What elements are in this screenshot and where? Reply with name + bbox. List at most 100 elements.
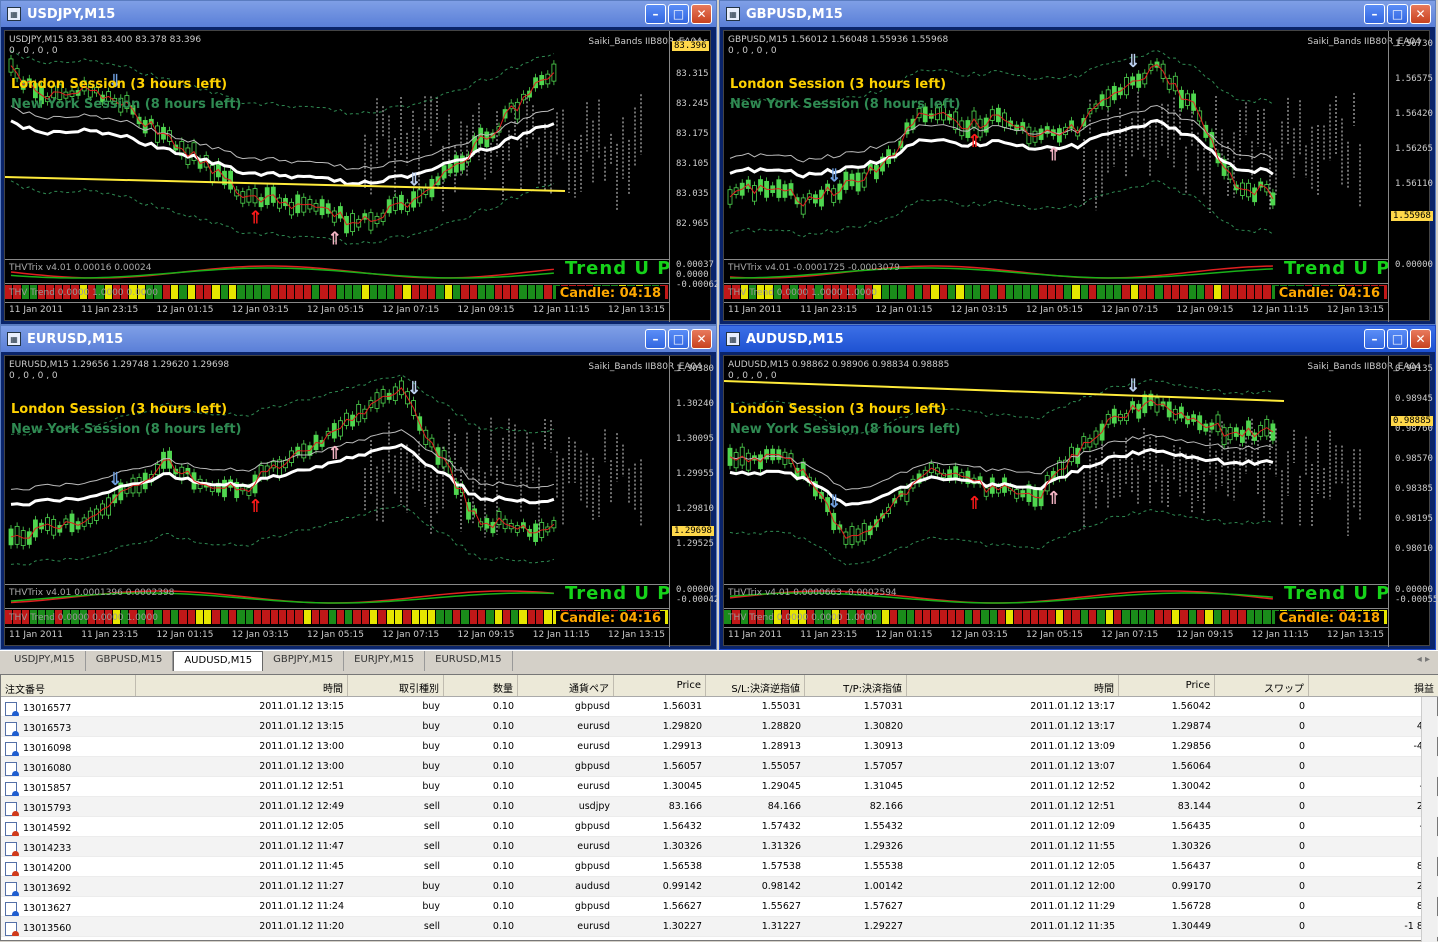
minimize-button[interactable]: – <box>645 4 666 24</box>
table-row[interactable]: 13016573 2011.01.12 13:15 buy 0.10 eurusd 1.2… <box>1 717 1438 737</box>
candlestick-plot[interactable]: ⇓⇑⇓⇑ <box>724 31 1388 259</box>
table-row[interactable]: 13013627 2011.01.12 11:24 buy 0.10 gbpusd 1.5… <box>1 897 1438 917</box>
cell-trade-type: buy <box>422 721 440 732</box>
minimize-button[interactable]: – <box>645 329 666 349</box>
tab-eurusd[interactable]: EURUSD,M15 <box>425 651 513 671</box>
close-button[interactable]: ✕ <box>691 4 712 24</box>
table-row[interactable]: 13013560 2011.01.12 11:20 sell 0.10 eurusd 1.… <box>1 917 1438 937</box>
price-chart[interactable]: ⇓ ⇑ ⇓ ⇑ AUDUSD,M15 0.98862 0.98906 0.98834 0… <box>723 355 1438 647</box>
cell-profit: 233 <box>1309 877 1438 896</box>
close-button[interactable]: ✕ <box>691 329 712 349</box>
chart-window-eurusd[interactable]: ▦ EURUSD,M15 – □ ✕ ⇓ ⇑ ⇓ ⇑ EURUSD,M15 1.29656 1… <box>0 325 719 650</box>
maximize-button[interactable]: □ <box>668 329 689 349</box>
col-close-price[interactable]: Price <box>1119 675 1215 696</box>
time-axis[interactable]: 11 Jan 2011 11 Jan 23:15 12 Jan 01:15 12 Ja… <box>724 627 1388 645</box>
cell-swap: 0 <box>1298 921 1305 932</box>
price-axis[interactable]: 0.99135 0.98945 0.98760 0.98570 0.98385 0.981… <box>1388 356 1438 647</box>
close-button[interactable]: ✕ <box>1410 329 1431 349</box>
col-open-time[interactable]: 時間 <box>136 675 348 696</box>
col-swap[interactable]: スワップ <box>1215 675 1309 696</box>
col-type[interactable]: 取引種別 <box>348 675 444 696</box>
col-profit[interactable]: 損益 <box>1309 675 1438 696</box>
close-button[interactable]: ✕ <box>1410 4 1431 24</box>
time-axis[interactable]: 11 Jan 2011 11 Jan 23:15 12 Jan 01:15 12 Ja… <box>5 302 669 320</box>
order-number-text: 13013692 <box>23 883 72 894</box>
subwindow-divider[interactable] <box>724 608 1388 609</box>
table-row[interactable]: 13013692 2011.01.12 11:27 buy 0.10 audusd 0.9… <box>1 877 1438 897</box>
col-stop-loss[interactable]: S/L:決済逆指値 <box>706 675 805 696</box>
trend-line[interactable] <box>5 176 566 192</box>
tab-scroll-arrows-icon[interactable]: ◂ ▸ <box>1417 654 1430 665</box>
minimize-button[interactable]: – <box>1364 329 1385 349</box>
subwindow-divider[interactable] <box>5 608 669 609</box>
moving-average-mid <box>10 429 555 491</box>
tab-eurjpy[interactable]: EURJPY,M15 <box>344 651 426 671</box>
time-tick-label: 12 Jan 11:15 <box>532 305 590 315</box>
sell-order-icon <box>5 921 19 936</box>
table-row[interactable]: 13014200 2011.01.12 11:45 sell 0.10 gbpusd 1.… <box>1 857 1438 877</box>
indicator-zeros: 0 , 0 , 0 , 0 <box>9 371 58 381</box>
price-chart[interactable]: ⇓ ⇑ ⇓ ⇑ USDJPY,M15 83.381 83.400 83.378 83.3… <box>4 30 719 322</box>
candlestick-plot[interactable]: ⇓⇑⇓⇑ <box>5 31 669 259</box>
table-row[interactable]: 13016080 2011.01.12 13:00 buy 0.10 gbpusd 1.5… <box>1 757 1438 777</box>
chart-window-usdjpy[interactable]: ▦ USDJPY,M15 – □ ✕ ⇓ ⇑ ⇓ ⇑ USDJPY,M15 83.381 83… <box>0 0 719 325</box>
maximize-button[interactable]: □ <box>1387 329 1408 349</box>
table-row[interactable]: 13015793 2011.01.12 12:49 sell 0.10 usdjpy 83… <box>1 797 1438 817</box>
maximize-button[interactable]: □ <box>1387 4 1408 24</box>
tab-gbpusd[interactable]: GBPUSD,M15 <box>86 651 174 671</box>
time-axis[interactable]: 11 Jan 2011 11 Jan 23:15 12 Jan 01:15 12 Ja… <box>5 627 669 645</box>
minimize-button[interactable]: – <box>1364 4 1385 24</box>
price-axis[interactable]: 1.30380 1.30240 1.30095 1.29955 1.29810 1.295… <box>669 356 719 647</box>
cell-size: 0.10 <box>492 721 514 732</box>
chart-window-audusd[interactable]: ▦ AUDUSD,M15 – □ ✕ ⇓ ⇑ ⇓ ⇑ AUDUSD,M15 0.98862 0… <box>719 325 1438 650</box>
cell-symbol: eurusd <box>577 781 610 792</box>
maximize-button[interactable]: □ <box>668 4 689 24</box>
price-axis[interactable]: 83.38583.31583.24583.17583.10583.03582.9… <box>669 31 719 322</box>
window-titlebar[interactable]: ▦ EURUSD,M15 – □ ✕ <box>1 326 716 352</box>
candlestick-plot[interactable]: ⇓⇑⇓⇑ <box>5 356 669 584</box>
price-axis[interactable]: 1.567301.565751.564201.562651.561101.557… <box>1388 31 1433 322</box>
price-tick-label: 1.56730 <box>1395 39 1433 49</box>
col-open-price[interactable]: Price <box>614 675 706 696</box>
window-titlebar[interactable]: ▦ USDJPY,M15 – □ ✕ <box>1 1 716 27</box>
subwindow-divider[interactable] <box>5 283 669 284</box>
col-symbol[interactable]: 通貨ペア <box>518 675 614 696</box>
subwindow-divider[interactable] <box>724 283 1388 284</box>
sell-signal-arrow-icon: ⇓ <box>108 469 123 490</box>
col-take-profit[interactable]: T/P:決済指値 <box>805 675 907 696</box>
table-row[interactable]: 13016577 2011.01.12 13:15 buy 0.10 gbpusd 1.5… <box>1 697 1438 717</box>
col-order-number[interactable]: 注文番号 <box>1 675 136 696</box>
tab-audusd[interactable]: AUDUSD,M15 <box>173 651 264 671</box>
col-size[interactable]: 数量 <box>444 675 518 696</box>
cell-close-price: 1.56728 <box>1171 901 1211 912</box>
price-chart[interactable]: ⇓ ⇑ ⇓ ⇑ GBPUSD,M15 1.56012 1.56048 1.55936 1… <box>723 30 1433 322</box>
table-row[interactable]: 13016098 2011.01.12 13:00 buy 0.10 eurusd 1.2… <box>1 737 1438 757</box>
cell-size: 0.10 <box>492 921 514 932</box>
window-title: EURUSD,M15 <box>27 331 124 347</box>
table-row[interactable]: 13014233 2011.01.12 11:47 sell 0.10 eurusd 1.… <box>1 837 1438 857</box>
tab-usdjpy[interactable]: USDJPY,M15 <box>4 651 86 671</box>
cell-symbol: gbpusd <box>574 701 610 712</box>
window-titlebar[interactable]: ▦ AUDUSD,M15 – □ ✕ <box>720 326 1435 352</box>
time-tick-label: 11 Jan 2011 <box>728 305 782 315</box>
chart-window-gbpusd[interactable]: ▦ GBPUSD,M15 – □ ✕ ⇓ ⇑ ⇓ ⇑ GBPUSD,M15 1.56012 1… <box>719 0 1436 325</box>
cell-trade-type: buy <box>422 901 440 912</box>
candlestick-plot[interactable]: ⇓⇑⇓⇑ <box>724 356 1388 584</box>
time-axis[interactable]: 11 Jan 2011 11 Jan 23:15 12 Jan 01:15 12 Ja… <box>724 302 1388 320</box>
price-tick-label: 0.99135 <box>1395 364 1433 374</box>
vertical-scrollbar[interactable] <box>1421 697 1437 942</box>
tab-gbpjpy[interactable]: GBPJPY,M15 <box>263 651 345 671</box>
cell-swap: 0 <box>1298 741 1305 752</box>
cell-close-price: 1.30449 <box>1171 921 1211 932</box>
table-row[interactable]: 13015857 2011.01.12 12:51 buy 0.10 eurusd 1.3… <box>1 777 1438 797</box>
cell-swap: 0 <box>1298 821 1305 832</box>
window-titlebar[interactable]: ▦ GBPUSD,M15 – □ ✕ <box>720 1 1435 27</box>
cell-close-price: 1.30042 <box>1171 781 1211 792</box>
price-chart[interactable]: ⇓ ⇑ ⇓ ⇑ EURUSD,M15 1.29656 1.29748 1.29620 1… <box>4 355 719 647</box>
price-tick-label: 83.035 <box>676 189 709 199</box>
col-close-time[interactable]: 時間 <box>907 675 1119 696</box>
trend-line[interactable] <box>724 380 1285 402</box>
cell-stop-loss: 1.57432 <box>761 821 801 832</box>
time-tick-label: 12 Jan 05:15 <box>1025 630 1083 640</box>
table-row[interactable]: 13014592 2011.01.12 12:05 sell 0.10 gbpusd 1.… <box>1 817 1438 837</box>
